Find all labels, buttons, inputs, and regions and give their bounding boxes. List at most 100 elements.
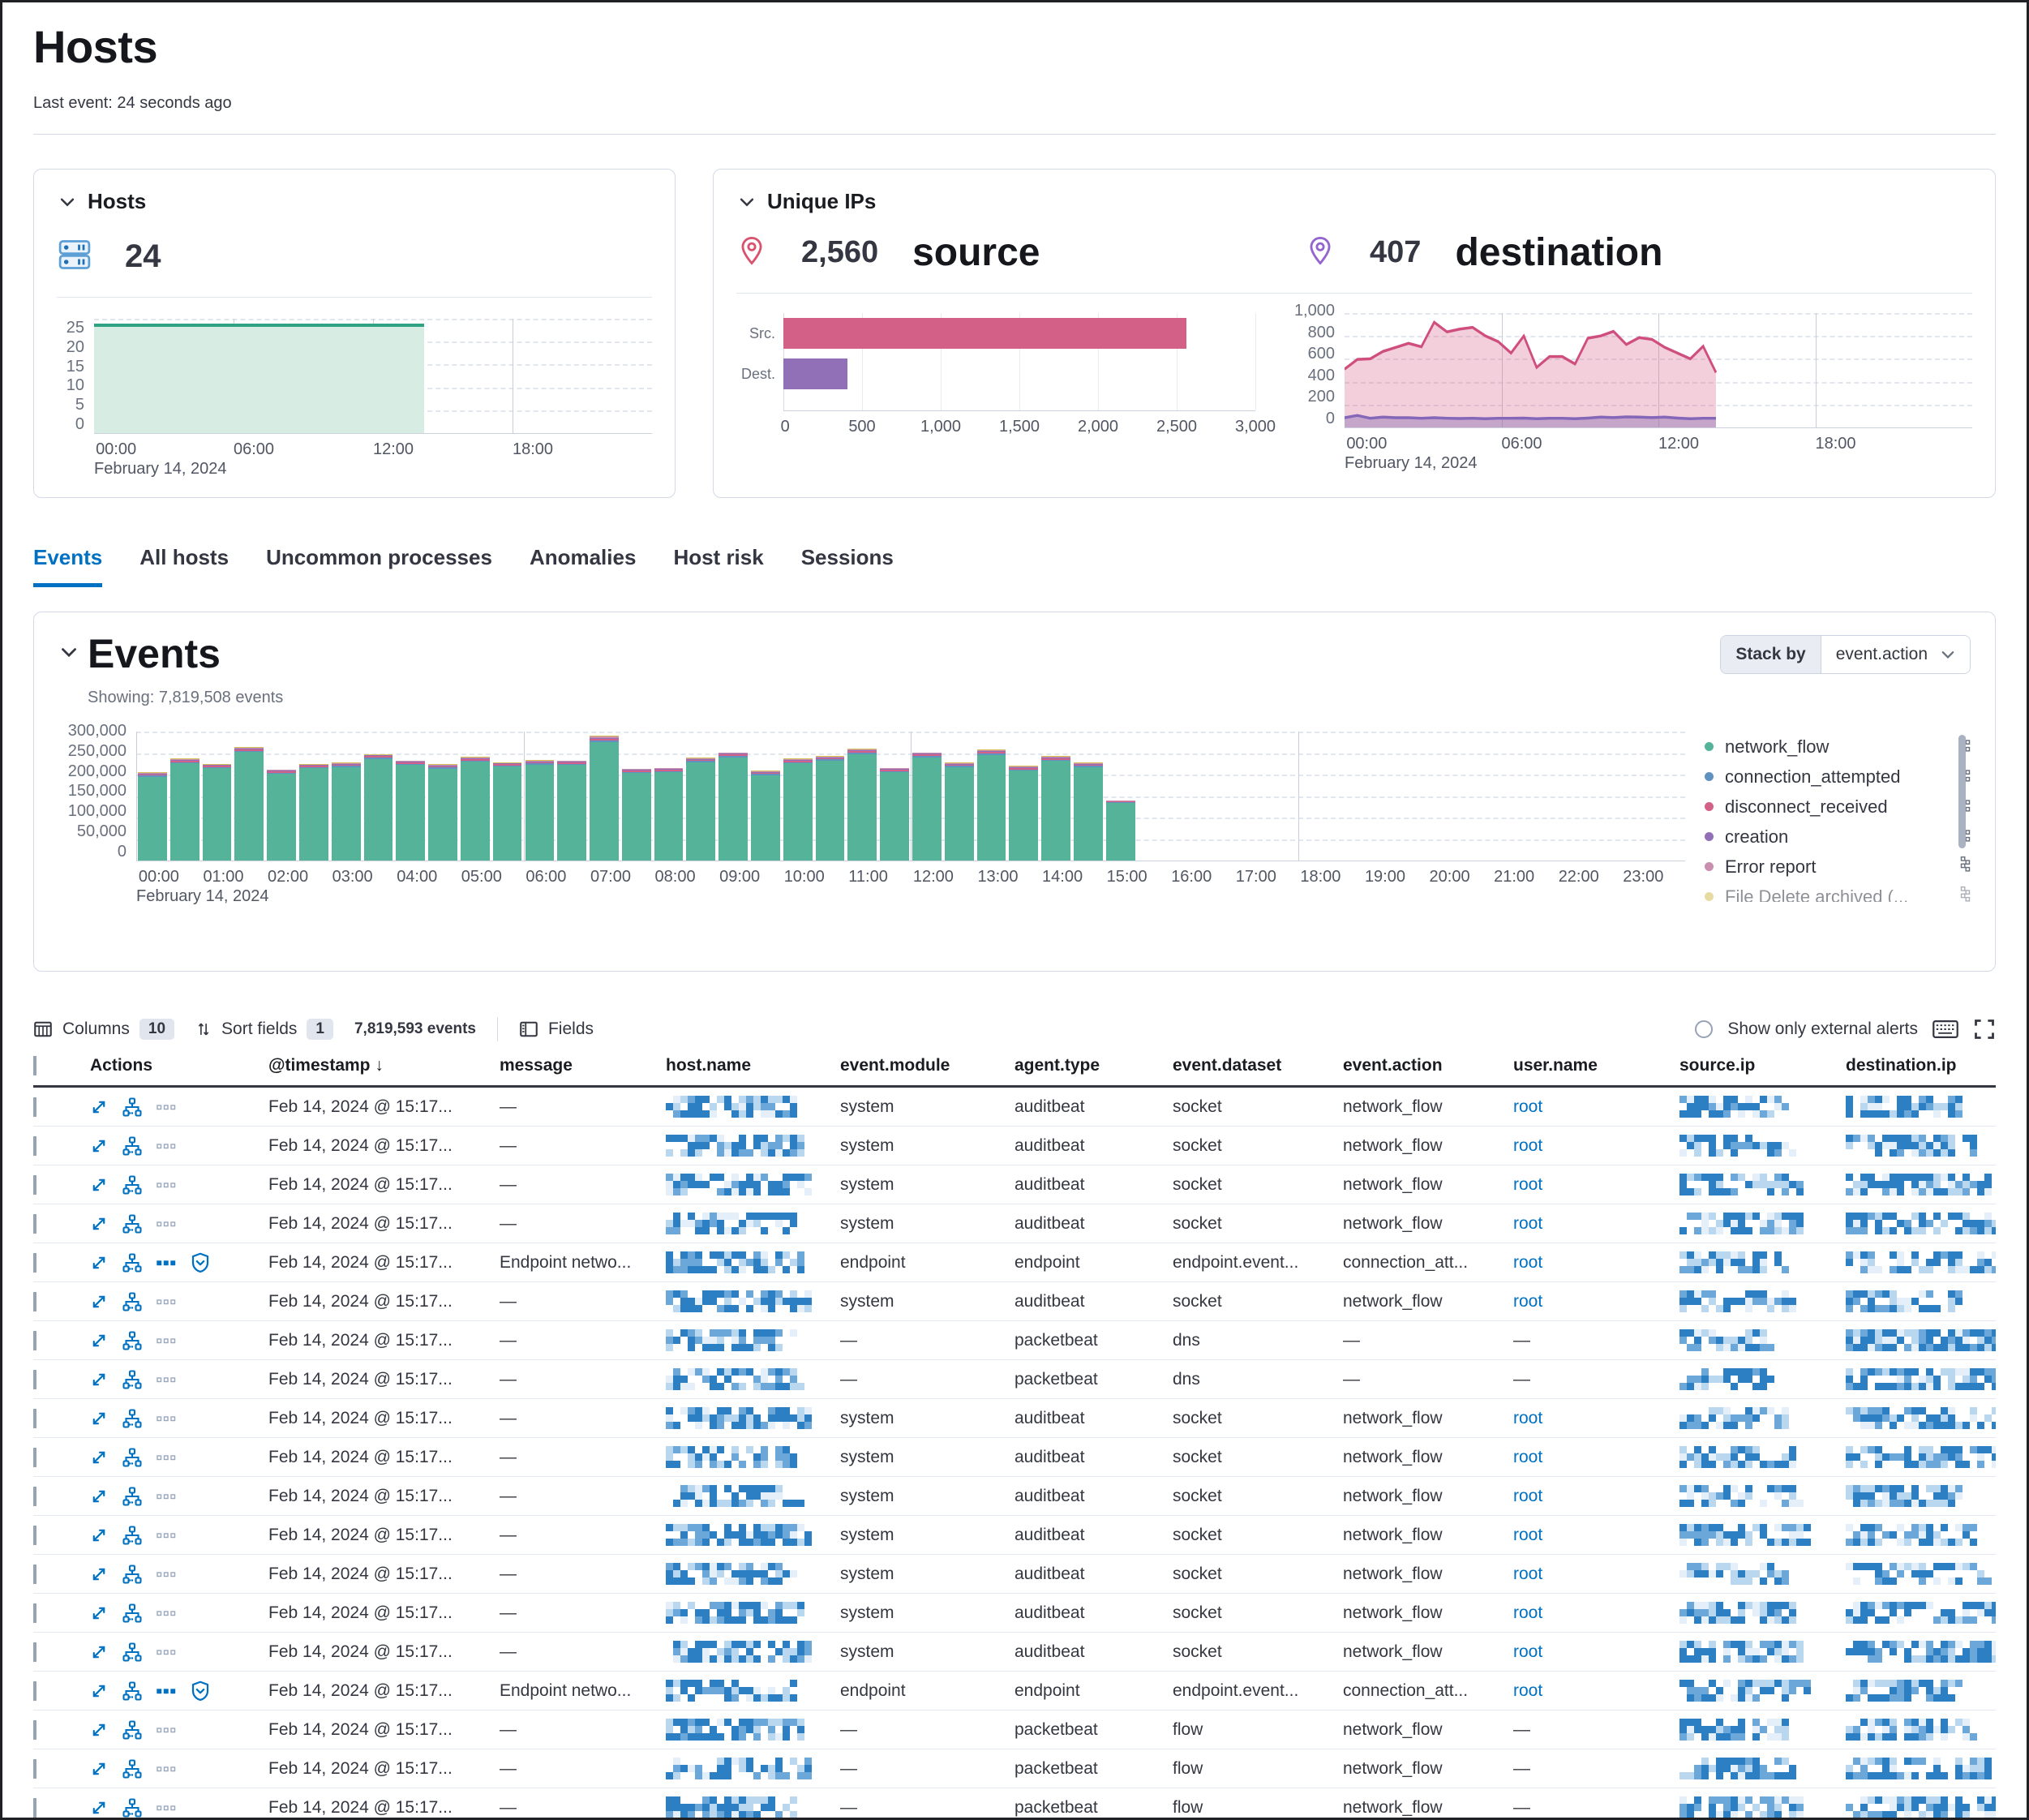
histogram-bar[interactable]: [461, 757, 490, 861]
event-dataset-cell[interactable]: dns: [1173, 1370, 1343, 1389]
event-module-cell[interactable]: system: [840, 1136, 1014, 1156]
expand-event-button[interactable]: [90, 1643, 108, 1661]
agent-type-cell[interactable]: auditbeat: [1014, 1565, 1173, 1584]
timestamp-cell[interactable]: Feb 14, 2024 @ 15:17...: [268, 1331, 500, 1350]
source-ip-cell[interactable]: [1679, 1796, 1846, 1818]
histogram-bar[interactable]: [138, 772, 167, 861]
user-name-link[interactable]: root: [1513, 1175, 1542, 1194]
event-module-cell[interactable]: system: [840, 1526, 1014, 1545]
analyze-event-button[interactable]: [122, 1409, 142, 1428]
user-name-link[interactable]: root: [1513, 1097, 1542, 1116]
source-ip-cell[interactable]: [1679, 1407, 1846, 1429]
histogram-bar[interactable]: [428, 764, 457, 861]
histogram-bar[interactable]: [880, 768, 909, 861]
row-checkbox[interactable]: [33, 1448, 36, 1467]
timestamp-cell[interactable]: Feb 14, 2024 @ 15:17...: [268, 1603, 500, 1623]
timestamp-cell[interactable]: Feb 14, 2024 @ 15:17...: [268, 1409, 500, 1428]
event-dataset-cell[interactable]: endpoint.event...: [1173, 1253, 1343, 1273]
analyze-event-button[interactable]: [122, 1565, 142, 1584]
agent-type-cell[interactable]: auditbeat: [1014, 1097, 1173, 1117]
host-name-cell[interactable]: [666, 1602, 840, 1624]
agent-type-cell[interactable]: auditbeat: [1014, 1136, 1173, 1156]
row-checkbox[interactable]: [33, 1175, 36, 1195]
histogram-bar[interactable]: [234, 747, 264, 861]
legend-item-creation[interactable]: creation: [1705, 822, 1971, 852]
more-actions-button[interactable]: [157, 1724, 176, 1736]
user-name-cell[interactable]: root: [1513, 1526, 1679, 1545]
timestamp-cell[interactable]: Feb 14, 2024 @ 15:17...: [268, 1759, 500, 1779]
event-module-cell[interactable]: system: [840, 1487, 1014, 1506]
timestamp-cell[interactable]: Feb 14, 2024 @ 15:17...: [268, 1292, 500, 1311]
host-name-cell[interactable]: [666, 1290, 840, 1312]
expand-event-button[interactable]: [90, 1215, 108, 1233]
analyze-event-button[interactable]: [122, 1759, 142, 1779]
expand-event-button[interactable]: [90, 1410, 108, 1427]
user-name-cell[interactable]: —: [1513, 1331, 1679, 1350]
timestamp-cell[interactable]: Feb 14, 2024 @ 15:17...: [268, 1136, 500, 1156]
more-actions-button[interactable]: [157, 1685, 176, 1697]
source-ip-cell[interactable]: [1679, 1524, 1846, 1546]
row-checkbox[interactable]: [33, 1720, 36, 1740]
message-cell[interactable]: —: [500, 1409, 666, 1428]
host-name-cell[interactable]: [666, 1213, 840, 1234]
destination-ip-cell[interactable]: [1846, 1446, 1996, 1468]
histogram-bar[interactable]: [170, 758, 199, 861]
sort-fields-button[interactable]: Sort fields 1: [195, 1019, 333, 1040]
legend-item-connection-attempted[interactable]: connection_attempted: [1705, 762, 1971, 792]
histogram-bar[interactable]: [945, 762, 974, 861]
user-name-cell[interactable]: root: [1513, 1097, 1679, 1117]
message-cell[interactable]: —: [500, 1642, 666, 1662]
analyze-event-button[interactable]: [122, 1487, 142, 1506]
histogram-bar[interactable]: [847, 749, 877, 861]
user-name-cell[interactable]: root: [1513, 1214, 1679, 1234]
source-ip-cell[interactable]: [1679, 1758, 1846, 1779]
event-action-cell[interactable]: —: [1343, 1331, 1513, 1350]
tab-uncommon-processes[interactable]: Uncommon processes: [266, 545, 492, 587]
expand-event-button[interactable]: [90, 1526, 108, 1544]
source-ip-cell[interactable]: [1679, 1096, 1846, 1118]
analyze-event-button[interactable]: [122, 1214, 142, 1234]
message-cell[interactable]: —: [500, 1214, 666, 1234]
histogram-bar[interactable]: [493, 762, 522, 861]
destination-ip-cell[interactable]: [1846, 1251, 1996, 1273]
events-histogram-chart[interactable]: 300,000250,000200,000150,000100,00050,00…: [58, 732, 1685, 907]
source-ip-cell[interactable]: [1679, 1251, 1846, 1273]
event-module-cell[interactable]: system: [840, 1409, 1014, 1428]
analyze-event-button[interactable]: [122, 1526, 142, 1545]
agent-type-cell[interactable]: auditbeat: [1014, 1526, 1173, 1545]
host-name-cell[interactable]: [666, 1641, 840, 1663]
expand-event-button[interactable]: [90, 1098, 108, 1116]
event-action-cell[interactable]: network_flow: [1343, 1097, 1513, 1117]
row-checkbox[interactable]: [33, 1253, 36, 1273]
host-name-cell[interactable]: [666, 1251, 840, 1273]
message-cell[interactable]: —: [500, 1370, 666, 1389]
source-ip-cell[interactable]: [1679, 1641, 1846, 1663]
timestamp-cell[interactable]: Feb 14, 2024 @ 15:17...: [268, 1175, 500, 1195]
event-dataset-cell[interactable]: socket: [1173, 1214, 1343, 1234]
event-dataset-cell[interactable]: socket: [1173, 1409, 1343, 1428]
histogram-bar[interactable]: [332, 762, 361, 861]
histogram-bar[interactable]: [203, 764, 232, 861]
event-module-cell[interactable]: system: [840, 1175, 1014, 1195]
timestamp-cell[interactable]: Feb 14, 2024 @ 15:17...: [268, 1214, 500, 1234]
events-chart-plot[interactable]: [136, 732, 1685, 861]
agent-type-cell[interactable]: packetbeat: [1014, 1759, 1173, 1779]
histogram-bar[interactable]: [525, 760, 555, 861]
row-checkbox[interactable]: [33, 1642, 36, 1662]
unique-ips-area-chart[interactable]: 1,000800600400200000:0006:0012:0018:00Fe…: [1299, 313, 1972, 474]
fields-button[interactable]: Fields: [519, 1019, 594, 1039]
user-name-cell[interactable]: —: [1513, 1720, 1679, 1740]
histogram-bar[interactable]: [654, 768, 684, 861]
column-header-message[interactable]: message: [500, 1056, 666, 1075]
event-dataset-cell[interactable]: socket: [1173, 1175, 1343, 1195]
column-header-agenttype[interactable]: agent.type: [1014, 1056, 1173, 1075]
histogram-bar[interactable]: [816, 756, 845, 861]
keyboard-icon[interactable]: [1932, 1019, 1958, 1040]
histogram-bar[interactable]: [1106, 801, 1135, 861]
more-actions-button[interactable]: [157, 1179, 176, 1191]
timestamp-cell[interactable]: Feb 14, 2024 @ 15:17...: [268, 1565, 500, 1584]
destination-ip-cell[interactable]: [1846, 1680, 1996, 1702]
more-actions-button[interactable]: [157, 1452, 176, 1463]
expand-event-button[interactable]: [90, 1565, 108, 1583]
user-name-link[interactable]: root: [1513, 1681, 1542, 1700]
